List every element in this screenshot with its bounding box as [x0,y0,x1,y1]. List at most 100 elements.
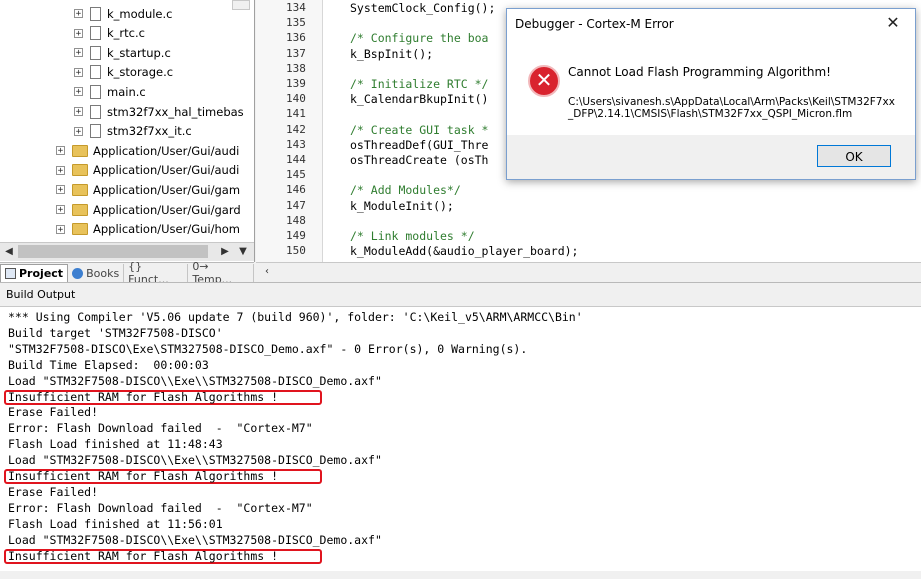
tree-file-item[interactable]: + stm32f7xx_hal_timebas [74,102,244,121]
tab-templates[interactable]: 0→ Temp... [188,260,254,286]
dialog-body: ✕ Cannot Load Flash Programming Algorith… [507,41,915,135]
tree-folder-item[interactable]: + Application/User/Gui/gam [56,180,240,199]
build-output-line: Load "STM32F7508-DISCO\\Exe\\STM327508-D… [8,453,382,468]
dialog-message: Cannot Load Flash Programming Algorithm! [568,65,831,79]
expand-icon[interactable]: + [56,185,65,195]
tree-item-label: Application/User/Gui/audi [93,143,240,158]
tree-file-item[interactable]: + stm32f7xx_it.c [74,122,192,141]
line-number: 138 [286,61,306,75]
tree-item-label: k_rtc.c [107,26,145,41]
tree-folder-item[interactable]: + Application/User/Gui/audi [56,141,239,160]
project-icon [5,268,16,279]
error-icon: ✕ [528,65,560,97]
expand-icon[interactable]: + [74,87,83,97]
file-icon [90,104,101,119]
tree-item-label: stm32f7xx_hal_timebas [107,104,244,119]
build-output-line: Erase Failed! [8,405,99,420]
expand-icon[interactable]: + [74,28,83,38]
tree-file-item[interactable]: + k_startup.c [74,43,171,62]
tree-file-item[interactable]: + k_module.c [74,4,173,23]
scroll-left-icon[interactable]: ◀ [2,244,16,259]
code-line: SystemClock_Config(); [350,1,496,15]
build-output-line: Insufficient RAM for Flash Algorithms ! [8,548,279,563]
build-output-line: Flash Load finished at 11:56:01 [8,516,223,531]
build-output-line: Load "STM32F7508-DISCO\\Exe\\STM327508-D… [8,373,382,388]
file-icon [90,45,101,60]
books-icon [72,267,84,279]
code-line: /* Create GUI task * [350,122,489,137]
expand-icon[interactable]: + [74,48,83,58]
file-icon [90,26,101,41]
line-number: 145 [286,168,306,182]
build-output-line: Build Time Elapsed: 00:00:03 [8,357,209,372]
code-line: /* Link modules */ [350,229,475,243]
tree-item-label: stm32f7xx_it.c [107,124,192,139]
build-output-scrollbar[interactable] [0,571,921,579]
code-line: k_ModuleAdd(&audio_player_board); [350,244,579,259]
code-line: k_BspInit(); [350,46,434,61]
tree-item-label: main.c [107,84,146,99]
tab-books[interactable]: Books [68,264,125,282]
line-number: 137 [286,46,306,60]
tree-folder-item[interactable]: + Application/User/Gui/audi [56,161,239,180]
expand-icon[interactable]: + [56,205,65,215]
build-output-title: Build Output [0,282,921,306]
file-icon [90,124,101,139]
tab-project[interactable]: Project [0,263,69,283]
code-line: /* Initialize RTC */ [350,77,489,91]
build-output-line: Build target 'STM32F7508-DISCO' [8,325,223,340]
tree-item-label: Application/User/Gui/gam [93,182,241,197]
line-number: 148 [286,213,306,227]
line-number: 149 [286,229,306,242]
tree-folder-item[interactable]: + Application/User/Gui/gard [56,200,241,219]
expand-icon[interactable]: + [56,224,65,234]
scroll-down-icon[interactable]: ▼ [236,244,250,259]
dialog-path: C:\Users\sivanesh.s\AppData\Local\Arm\Pa… [568,96,895,120]
line-number: 146 [286,183,306,197]
tree-item-label: Application/User/Gui/hom [93,222,241,237]
tree-item-label: k_startup.c [107,45,171,60]
build-output-line: Load "STM32F7508-DISCO\\Exe\\STM327508-D… [8,532,382,547]
tree-horizontal-scrollbar[interactable]: ◀ ▶ ▼ [0,242,254,261]
scroll-right-icon[interactable]: ▶ [218,244,232,259]
project-window-tabs: Project Books {} Funct... 0→ Temp... [0,260,254,286]
ok-button[interactable]: OK [817,145,891,167]
tree-vertical-scrollbar[interactable] [232,0,250,10]
expand-icon[interactable]: + [74,126,83,136]
editor-horizontal-scrollbar[interactable]: ‹ [256,262,921,283]
expand-icon[interactable]: + [56,146,65,156]
scroll-left-icon[interactable]: ‹ [260,264,274,279]
build-output-line: Insufficient RAM for Flash Algorithms ! [8,389,279,404]
folder-icon [72,144,88,157]
tree-folder-item[interactable]: + Application/User/Gui/hom [56,220,240,239]
code-line: /* Configure the boa [350,31,489,46]
expand-icon[interactable]: + [74,107,83,117]
close-icon[interactable]: ✕ [883,13,903,33]
line-number: 141 [286,107,306,121]
file-icon [90,84,101,99]
line-number: 136 [286,31,306,45]
code-line: osThreadCreate (osTh [350,153,489,167]
line-number: 143 [286,137,306,151]
build-output-line: Error: Flash Download failed - "Cortex-M… [8,421,313,436]
tree-item-label: k_storage.c [107,65,174,80]
expand-icon[interactable]: + [74,67,83,77]
line-number: 147 [286,198,306,212]
build-output-pane[interactable]: *** Using Compiler 'V5.06 update 7 (buil… [0,306,921,580]
build-output-line: Erase Failed! [8,484,99,499]
expand-icon[interactable]: + [74,9,83,19]
scroll-thumb[interactable] [18,245,208,258]
line-number: 135 [286,16,306,30]
tree-file-item[interactable]: + k_rtc.c [74,24,145,43]
code-line: osThreadDef(GUI_Thre [350,137,489,152]
line-number: 134 [286,1,306,14]
build-output-line: *** Using Compiler 'V5.06 update 7 (buil… [8,310,583,324]
folder-icon [72,164,88,177]
tree-file-item[interactable]: + main.c [74,82,146,101]
expand-icon[interactable]: + [56,165,65,175]
build-output-line: "STM32F7508-DISCO\Exe\STM327508-DISCO_De… [8,341,528,356]
code-line: k_ModuleInit(); [350,198,454,213]
tree-file-item[interactable]: + k_storage.c [74,63,173,82]
tab-functions[interactable]: {} Funct... [124,260,189,286]
code-line: k_CalendarBkupInit() [350,92,489,107]
